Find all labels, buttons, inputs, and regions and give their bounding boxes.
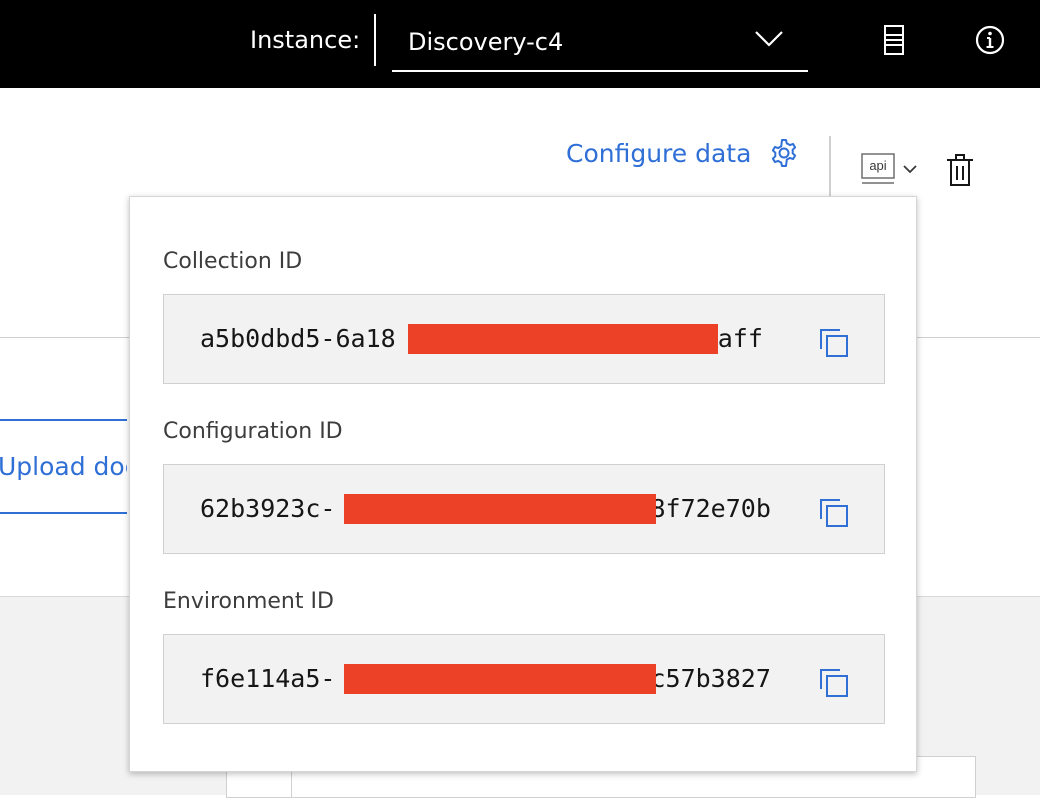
api-icon: api	[861, 153, 917, 184]
environment-id-prefix: f6e114a5-	[200, 664, 336, 693]
trash-icon	[947, 154, 973, 186]
top-bar: Instance: Discovery-c4	[0, 0, 1040, 88]
api-dropdown-button[interactable]: api	[860, 152, 920, 188]
configure-data-button[interactable]: Configure data	[566, 138, 799, 168]
redaction-bar	[408, 324, 718, 354]
server-icon[interactable]	[876, 22, 912, 58]
collection-id-prefix: a5b0dbd5-6a18	[200, 324, 396, 353]
api-ids-popover: Collection ID a5b0dbd5-6a18 aaff Configur…	[129, 196, 917, 772]
redaction-bar	[344, 494, 656, 524]
environment-id-label: Environment ID	[163, 589, 334, 614]
redaction-bar	[344, 664, 656, 694]
info-icon[interactable]	[972, 22, 1008, 58]
instance-label: Instance:	[250, 26, 361, 54]
instance-select[interactable]: Discovery-c4	[392, 14, 808, 72]
delete-button[interactable]	[944, 152, 976, 188]
collection-id-label: Collection ID	[163, 249, 303, 274]
chevron-down-icon	[755, 31, 783, 47]
configure-data-label: Configure data	[566, 138, 752, 168]
configuration-id-suffix: 8f72e70b	[650, 494, 771, 523]
instance-divider	[374, 14, 376, 66]
toolbar-divider	[829, 136, 831, 196]
collection-id-field[interactable]: a5b0dbd5-6a18 aaff	[163, 294, 885, 384]
environment-id-field[interactable]: f6e114a5- c57b3827	[163, 634, 885, 724]
environment-id-suffix: c57b3827	[650, 664, 771, 693]
copy-icon[interactable]	[818, 497, 850, 529]
api-icon-text: api	[869, 158, 886, 173]
instance-value: Discovery-c4	[408, 28, 564, 56]
configuration-id-label: Configuration ID	[163, 419, 343, 444]
configuration-id-prefix: 62b3923c-	[200, 494, 336, 523]
configuration-id-field[interactable]: 62b3923c- 8f72e70b	[163, 464, 885, 554]
upload-documents-label: Upload doc	[0, 452, 127, 481]
copy-icon[interactable]	[818, 327, 850, 359]
copy-icon[interactable]	[818, 667, 850, 699]
gear-icon	[772, 139, 797, 167]
upload-documents-button[interactable]: Upload doc	[0, 419, 127, 514]
